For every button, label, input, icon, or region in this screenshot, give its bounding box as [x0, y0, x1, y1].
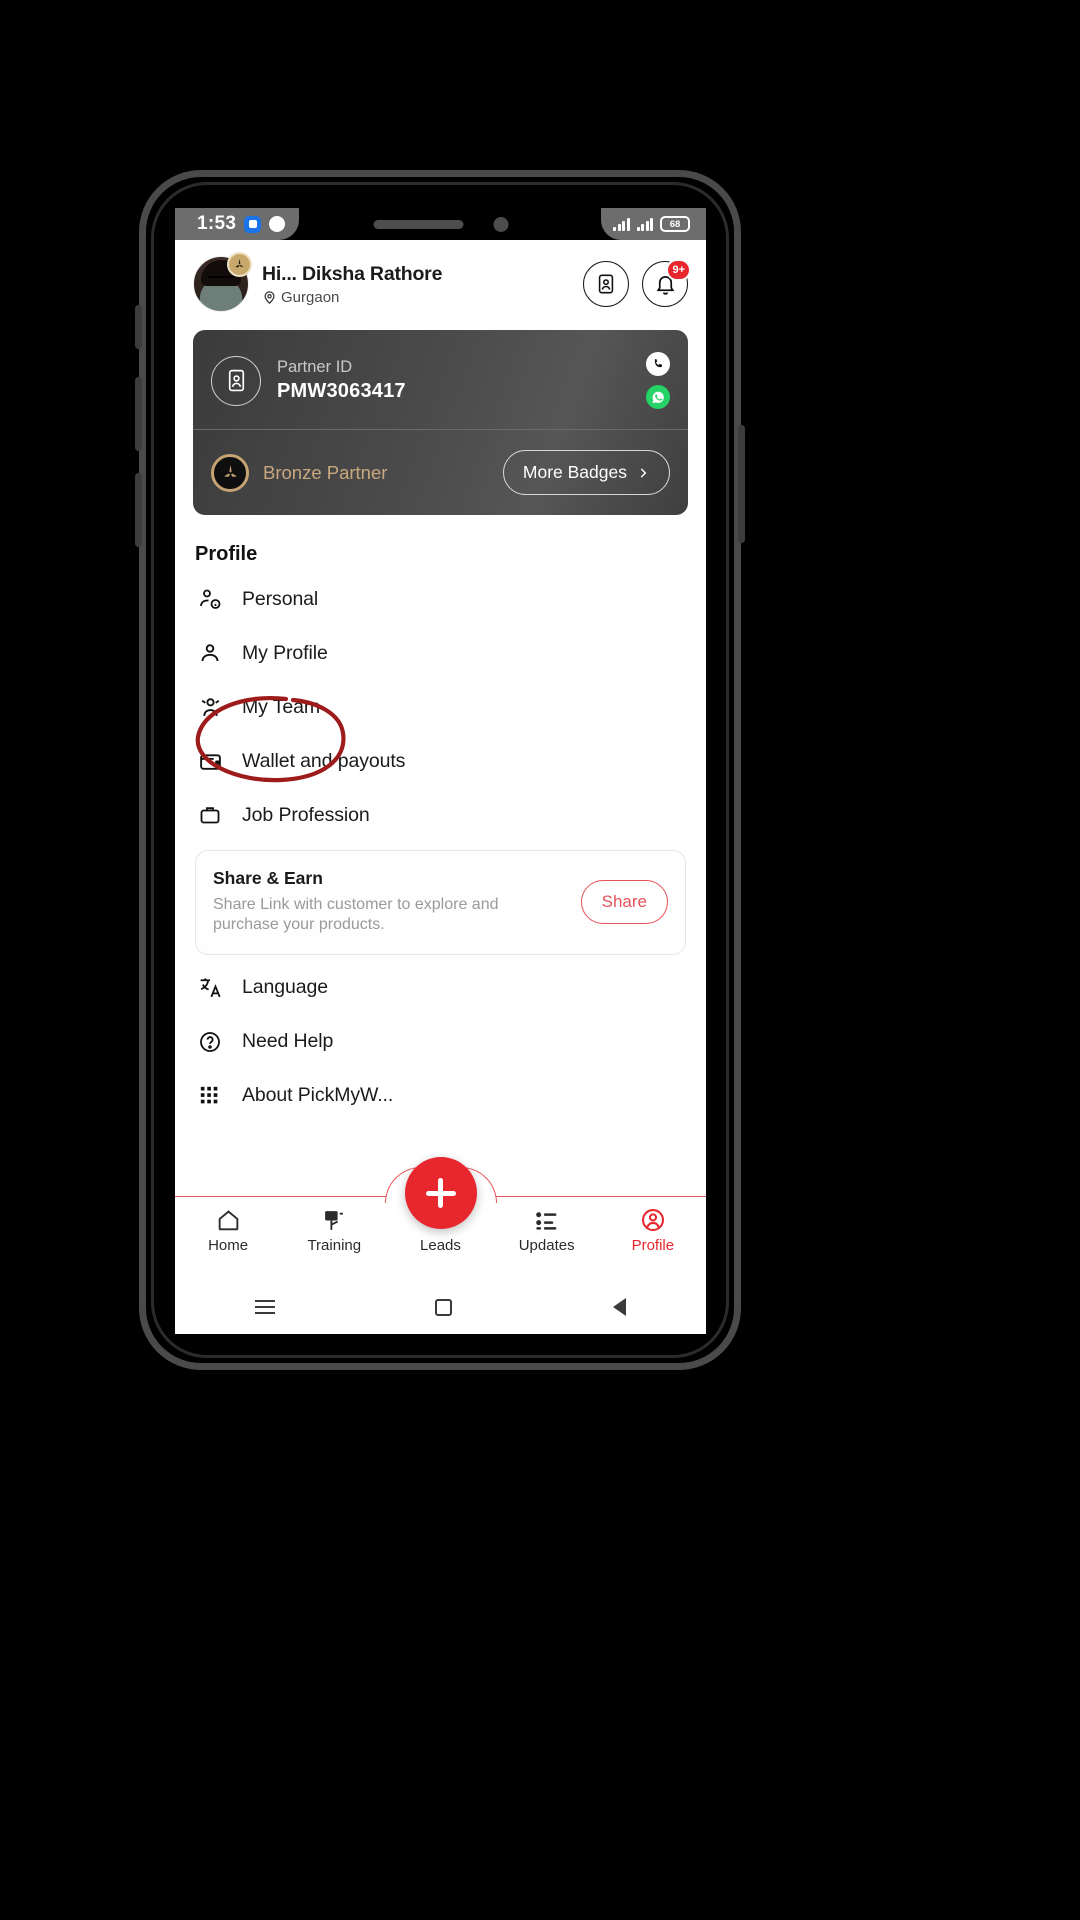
add-lead-fab[interactable]: [404, 1157, 477, 1229]
location-pin-icon: [264, 290, 275, 304]
partner-id-row: Partner ID PMW3063417: [193, 330, 688, 430]
share-card-subtitle: Share Link with customer to explore and …: [213, 896, 499, 934]
back-triangle-icon[interactable]: [612, 1298, 626, 1316]
menu-item-job-profession[interactable]: Job Profession: [175, 788, 706, 842]
bronze-badge-icon: [211, 453, 249, 492]
nav-item-training[interactable]: Training: [281, 1207, 387, 1254]
status-bar-clock: 1:53: [197, 213, 237, 234]
phone-button-mute[interactable]: [135, 305, 142, 349]
updates-icon: [534, 1207, 559, 1233]
share-and-earn-card: Share & Earn Share Link with customer to…: [195, 850, 686, 955]
menu-item-about[interactable]: About PickMyW...: [175, 1069, 706, 1123]
front-camera: [493, 216, 508, 232]
page-title: Hi... Diksha Rathore: [262, 262, 443, 285]
messages-icon: [244, 215, 262, 233]
menu-item-language[interactable]: Language: [175, 961, 706, 1015]
menu-item-need-help[interactable]: Need Help: [175, 1015, 706, 1069]
square-home-icon[interactable]: [435, 1298, 453, 1316]
avatar-glasses: [208, 276, 234, 283]
location-label: Gurgaon: [281, 288, 340, 306]
system-navigation-bar: [175, 1280, 706, 1334]
id-card-button[interactable]: [583, 261, 629, 307]
bottom-navigation: Home Training Leads Updates Profile: [175, 1157, 706, 1280]
menu-item-wallet[interactable]: Wallet and payouts: [175, 734, 706, 788]
menu-item-label: Language: [242, 976, 328, 999]
screenshot-root: 1:53 68 Hi... Diksha Rathore Gurgaon 9+ …: [0, 0, 1080, 1920]
whatsapp-icon[interactable]: [646, 385, 670, 409]
phone-button-power[interactable]: [738, 425, 745, 543]
more-badges-button[interactable]: More Badges: [502, 450, 670, 495]
phone-button-volume-down[interactable]: [135, 473, 142, 547]
share-card-title: Share & Earn: [213, 868, 323, 888]
grid-icon: [197, 1083, 223, 1109]
menu-item-label: Need Help: [242, 1030, 334, 1053]
training-icon: [322, 1207, 347, 1233]
phone-screen: 1:53 68 Hi... Diksha Rathore Gurgaon 9+ …: [175, 208, 706, 1334]
status-bar: 1:53 68: [175, 208, 706, 240]
menu-item-label: Personal: [242, 587, 319, 610]
header-text: Hi... Diksha Rathore Gurgaon: [262, 263, 570, 306]
chevron-right-icon: [640, 467, 647, 478]
signal-icon: [613, 217, 630, 231]
id-badge-icon: [211, 355, 261, 406]
briefcase-icon: [197, 802, 223, 828]
notification-count-badge: 9+: [666, 259, 691, 281]
header-actions: 9+: [583, 259, 691, 307]
status-bar-left: 1:53: [175, 208, 300, 240]
nav-item-updates[interactable]: Updates: [494, 1207, 600, 1254]
help-circle-icon: [197, 1029, 223, 1055]
partner-id-label: Partner ID: [277, 358, 353, 376]
nav-item-label: Profile: [631, 1237, 675, 1254]
menu-item-label: Job Profession: [242, 803, 370, 826]
nav-item-home[interactable]: Home: [175, 1207, 281, 1254]
translate-icon: [197, 975, 223, 1001]
person-icon: [197, 640, 223, 666]
display-notch: [333, 208, 548, 240]
tier-label: Bronze Partner: [263, 461, 388, 483]
share-button[interactable]: Share: [580, 879, 668, 924]
person-info-icon: [197, 586, 223, 612]
signal-icon: [636, 217, 653, 231]
menu-item-my-profile[interactable]: My Profile: [175, 626, 706, 680]
location-row[interactable]: Gurgaon: [262, 289, 570, 306]
earpiece-speaker: [373, 219, 463, 229]
phone-icon[interactable]: [646, 352, 670, 376]
more-badges-label: More Badges: [522, 462, 627, 482]
menu-item-label: My Profile: [242, 641, 328, 664]
menu-icon[interactable]: [255, 1300, 276, 1314]
avatar[interactable]: [193, 252, 252, 312]
nav-item-profile[interactable]: Profile: [600, 1207, 706, 1254]
partner-id-texts: Partner ID PMW3063417: [277, 358, 406, 403]
nav-item-label: Leads: [420, 1237, 461, 1254]
menu-item-label: My Team: [242, 695, 321, 718]
status-bar-right: 68: [601, 208, 706, 240]
bronze-badge-icon: [227, 252, 252, 277]
battery-icon: 68: [660, 216, 690, 232]
people-icon: [197, 694, 223, 720]
wallet-icon: [197, 748, 223, 774]
share-card-texts: Share & Earn Share Link with customer to…: [213, 868, 569, 936]
section-title-profile: Profile: [195, 543, 258, 565]
app-header: Hi... Diksha Rathore Gurgaon 9+: [175, 240, 706, 326]
nav-item-label: Training: [307, 1237, 362, 1254]
plus-icon: [438, 1178, 443, 1208]
profile-icon: [640, 1207, 666, 1233]
notification-button[interactable]: 9+: [642, 259, 691, 307]
phone-button-volume-up[interactable]: [135, 377, 142, 451]
nav-item-label: Updates: [518, 1237, 575, 1254]
partner-contacts: [646, 352, 670, 409]
partner-id-value: PMW3063417: [277, 380, 406, 402]
home-icon: [216, 1207, 241, 1233]
partner-card: Partner ID PMW3063417 Bronze Partner Mor…: [193, 330, 688, 515]
partner-tier-row: Bronze Partner More Badges: [193, 430, 688, 515]
menu-item-personal[interactable]: Personal: [175, 572, 706, 626]
menu-item-label: Wallet and payouts: [242, 749, 406, 772]
menu-item-label: About PickMyW...: [242, 1084, 394, 1107]
id-card-icon: [598, 274, 614, 294]
app-icon: [269, 216, 286, 232]
menu-item-my-team[interactable]: My Team: [175, 680, 706, 734]
nav-item-label: Home: [208, 1237, 249, 1254]
